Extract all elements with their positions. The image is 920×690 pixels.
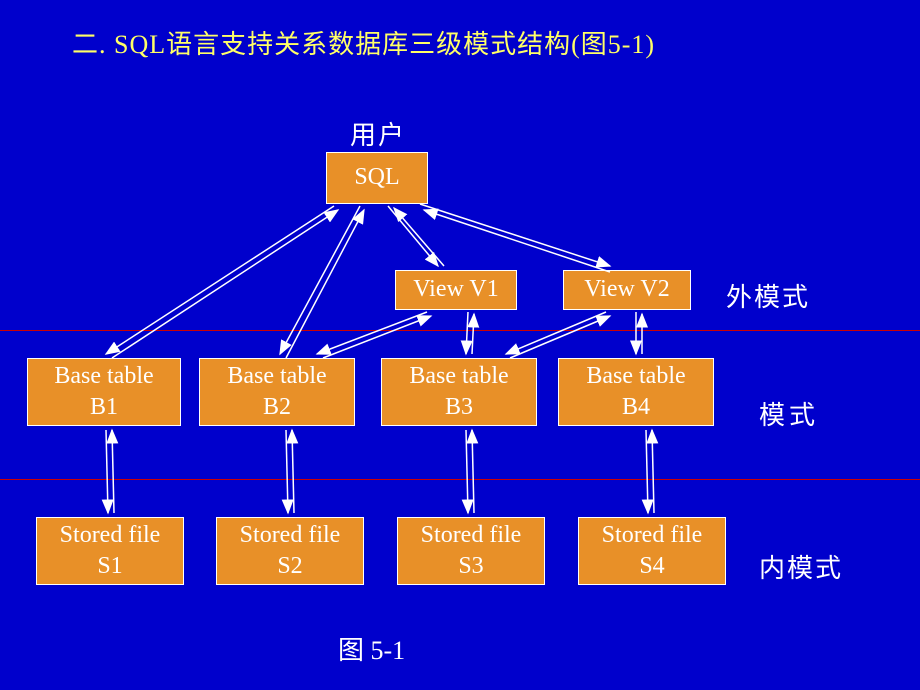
separator-line-2: [0, 479, 920, 480]
box-view2-text: View V2: [584, 274, 669, 305]
label-internal-schema: 内模式: [759, 548, 843, 585]
box-sql: SQL: [326, 152, 428, 204]
box-view1-text: View V1: [413, 274, 498, 305]
arrow-layer: [0, 0, 920, 690]
label-external-schema: 外模式: [726, 277, 810, 314]
separator-line-1: [0, 330, 920, 331]
diagram-caption: 图 5-1: [338, 630, 405, 667]
box-base2-line1: Base table: [227, 361, 326, 392]
box-view1: View V1: [395, 270, 517, 310]
diagram-title: 二. SQL语言支持关系数据库三级模式结构(图5-1): [72, 24, 655, 61]
box-file4: Stored file S4: [578, 517, 726, 585]
box-file3-line2: S3: [458, 551, 483, 582]
box-file4-line1: Stored file: [602, 520, 703, 551]
box-base1-line1: Base table: [54, 361, 153, 392]
box-base3: Base table B3: [381, 358, 537, 426]
box-base1: Base table B1: [27, 358, 181, 426]
box-file3-line1: Stored file: [421, 520, 522, 551]
box-view2: View V2: [563, 270, 691, 310]
box-base3-line1: Base table: [409, 361, 508, 392]
label-user: 用户: [350, 115, 406, 152]
box-file1-line2: S1: [97, 551, 122, 582]
box-base4-line1: Base table: [586, 361, 685, 392]
box-base1-line2: B1: [90, 392, 118, 423]
box-file2: Stored file S2: [216, 517, 364, 585]
box-file2-line2: S2: [277, 551, 302, 582]
label-schema: 模式: [759, 395, 819, 432]
box-file1-line1: Stored file: [60, 520, 161, 551]
box-base4: Base table B4: [558, 358, 714, 426]
box-base2: Base table B2: [199, 358, 355, 426]
box-file3: Stored file S3: [397, 517, 545, 585]
box-base2-line2: B2: [263, 392, 291, 423]
box-file1: Stored file S1: [36, 517, 184, 585]
box-sql-text: SQL: [354, 162, 399, 193]
box-file4-line2: S4: [639, 551, 664, 582]
box-file2-line1: Stored file: [240, 520, 341, 551]
box-base3-line2: B3: [445, 392, 473, 423]
box-base4-line2: B4: [622, 392, 650, 423]
